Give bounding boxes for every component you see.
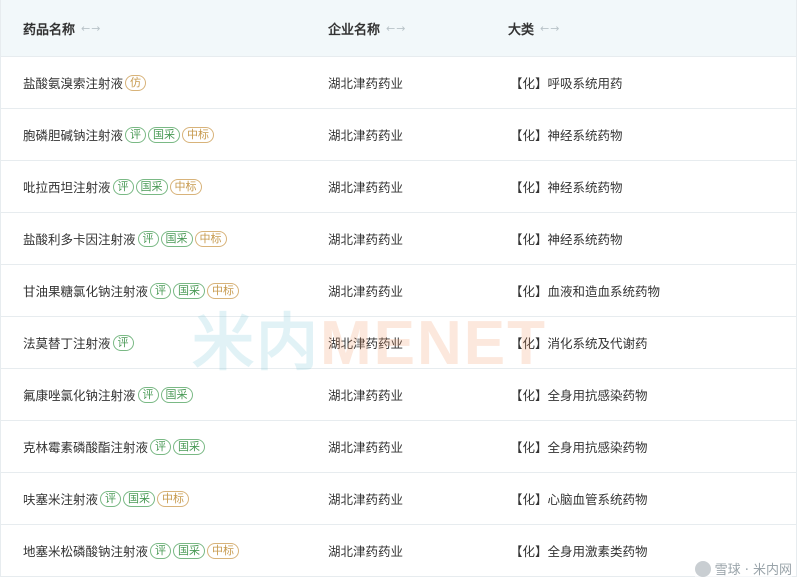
category-cell: 【化】血液和造血系统药物 xyxy=(510,284,661,299)
brand-text: 雪球 · 米内网 xyxy=(714,563,792,578)
column-header-drug-name[interactable]: 药品名称 ←→ xyxy=(23,0,101,56)
drug-name[interactable]: 法莫替丁注射液 xyxy=(23,333,111,352)
category-cell: 【化】神经系统药物 xyxy=(510,232,623,247)
tag-badge-zhongbiao[interactable]: 中标 xyxy=(157,490,190,507)
tag-badge-guocai[interactable]: 国采 xyxy=(135,178,168,195)
table-row[interactable]: 地塞米松磷酸钠注射液评国采 中标 湖北津药药业 【化】全身用激素类药物 xyxy=(1,525,796,577)
table-row[interactable]: 盐酸氨溴索注射液仿 湖北津药药业 【化】呼吸系统用药 xyxy=(1,57,796,109)
drug-name[interactable]: 甘油果糖氯化钠注射液 xyxy=(23,281,148,300)
drug-name-cell: 盐酸氨溴索注射液仿 xyxy=(23,57,147,108)
drug-name[interactable]: 地塞米松磷酸钠注射液 xyxy=(23,541,148,560)
table-row[interactable]: 胞磷胆碱钠注射液评国采 中标 湖北津药药业 【化】神经系统药物 xyxy=(1,109,796,161)
tag-badge-fang[interactable]: 仿 xyxy=(125,74,147,91)
drug-name-cell: 克林霉素磷酸酯注射液评国采 xyxy=(23,421,206,472)
column-header-label: 药品名称 xyxy=(23,22,76,38)
table-row[interactable]: 甘油果糖氯化钠注射液评国采 中标 湖北津药药业 【化】血液和造血系统药物 xyxy=(1,265,796,317)
tag-badge-ping[interactable]: 评 xyxy=(137,386,159,403)
table-row[interactable]: 法莫替丁注射液评 湖北津药药业 【化】消化系统及代谢药 xyxy=(1,317,796,369)
tag-badge-zhongbiao[interactable]: 中标 xyxy=(207,282,240,299)
category-cell: 【化】神经系统药物 xyxy=(510,128,623,143)
drug-name[interactable]: 呋塞米注射液 xyxy=(23,489,98,508)
tag-badge-guocai[interactable]: 国采 xyxy=(123,490,156,507)
tag-badge-ping[interactable]: 评 xyxy=(112,334,134,351)
tag-badge-ping[interactable]: 评 xyxy=(150,542,172,559)
company-cell: 湖北津药药业 xyxy=(328,284,404,299)
tag-badge-ping[interactable]: 评 xyxy=(125,126,147,143)
column-header-label: 大类 xyxy=(508,22,535,38)
category-cell: 【化】全身用抗感染药物 xyxy=(510,388,648,403)
category-cell: 【化】全身用抗感染药物 xyxy=(510,440,648,455)
company-cell: 湖北津药药业 xyxy=(328,388,404,403)
table-body: 盐酸氨溴索注射液仿湖北津药药业 【化】呼吸系统用药 胞磷胆碱钠注射液评国采 中标 湖北津… xyxy=(1,57,796,577)
drug-name-cell: 胞磷胆碱钠注射液评国采 中标 xyxy=(23,109,215,160)
category-cell: 【化】呼吸系统用药 xyxy=(510,76,623,91)
drug-name-cell: 地塞米松磷酸钠注射液评国采 中标 xyxy=(23,525,240,576)
tag-badge-guocai[interactable]: 国采 xyxy=(173,438,206,455)
tag-badge-guocai[interactable]: 国采 xyxy=(148,126,181,143)
table-row[interactable]: 氟康唑氯化钠注射液评国采 湖北津药药业 【化】全身用抗感染药物 xyxy=(1,369,796,421)
company-cell: 湖北津药药业 xyxy=(328,128,404,143)
tag-badge-ping[interactable]: 评 xyxy=(100,490,122,507)
sort-arrows-icon[interactable]: ←→ xyxy=(81,22,101,35)
company-cell: 湖北津药药业 xyxy=(328,180,404,195)
tag-badge-zhongbiao[interactable]: 中标 xyxy=(169,178,202,195)
drug-name[interactable]: 克林霉素磷酸酯注射液 xyxy=(23,437,148,456)
category-cell: 【化】全身用激素类药物 xyxy=(510,544,648,559)
column-header-label: 企业名称 xyxy=(328,22,381,38)
brand-watermark: 雪球 · 米内网 xyxy=(694,559,792,578)
company-cell: 湖北津药药业 xyxy=(328,76,404,91)
drug-name-cell: 法莫替丁注射液评 xyxy=(23,317,134,368)
tag-badge-guocai[interactable]: 国采 xyxy=(160,230,193,247)
tag-badge-guocai[interactable]: 国采 xyxy=(173,542,206,559)
category-cell: 【化】神经系统药物 xyxy=(510,180,623,195)
drug-name-cell: 甘油果糖氯化钠注射液评国采 中标 xyxy=(23,265,240,316)
table-row[interactable]: 克林霉素磷酸酯注射液评国采 湖北津药药业 【化】全身用抗感染药物 xyxy=(1,421,796,473)
tag-badge-ping[interactable]: 评 xyxy=(112,178,134,195)
table-header: 药品名称 ←→ 企业名称 ←→ 大类 ←→ xyxy=(1,0,796,57)
drug-name[interactable]: 吡拉西坦注射液 xyxy=(23,177,111,196)
drug-name[interactable]: 盐酸氨溴索注射液 xyxy=(23,73,123,92)
drug-name-cell: 氟康唑氯化钠注射液评国采 xyxy=(23,369,193,420)
table-row[interactable]: 呋塞米注射液评国采 中标 湖北津药药业 【化】心脑血管系统药物 xyxy=(1,473,796,525)
column-header-company[interactable]: 企业名称 ←→ xyxy=(328,0,406,56)
tag-badge-guocai[interactable]: 国采 xyxy=(173,282,206,299)
drug-name-cell: 吡拉西坦注射液评国采 中标 xyxy=(23,161,202,212)
category-cell: 【化】消化系统及代谢药 xyxy=(510,336,648,351)
drug-name-cell: 呋塞米注射液评国采 中标 xyxy=(23,473,190,524)
company-cell: 湖北津药药业 xyxy=(328,544,404,559)
company-cell: 湖北津药药业 xyxy=(328,232,404,247)
drug-name-cell: 盐酸利多卡因注射液评国采 中标 xyxy=(23,213,227,264)
tag-badge-guocai[interactable]: 国采 xyxy=(160,386,193,403)
tag-badge-zhongbiao[interactable]: 中标 xyxy=(207,542,240,559)
drug-name[interactable]: 盐酸利多卡因注射液 xyxy=(23,229,136,248)
table-row[interactable]: 盐酸利多卡因注射液评国采 中标 湖北津药药业 【化】神经系统药物 xyxy=(1,213,796,265)
sort-arrows-icon[interactable]: ←→ xyxy=(540,22,560,35)
drug-table: 药品名称 ←→ 企业名称 ←→ 大类 ←→ 盐酸氨溴索注射液仿湖北津药药业 【化】… xyxy=(0,0,797,577)
tag-badge-zhongbiao[interactable]: 中标 xyxy=(182,126,215,143)
company-cell: 湖北津药药业 xyxy=(328,492,404,507)
table-row[interactable]: 吡拉西坦注射液评国采 中标 湖北津药药业 【化】神经系统药物 xyxy=(1,161,796,213)
tag-badge-ping[interactable]: 评 xyxy=(150,438,172,455)
company-cell: 湖北津药药业 xyxy=(328,336,404,351)
snowball-logo-icon xyxy=(694,560,711,577)
category-cell: 【化】心脑血管系统药物 xyxy=(510,492,648,507)
tag-badge-ping[interactable]: 评 xyxy=(137,230,159,247)
drug-name[interactable]: 氟康唑氯化钠注射液 xyxy=(23,385,136,404)
sort-arrows-icon[interactable]: ←→ xyxy=(386,22,406,35)
column-header-category[interactable]: 大类 ←→ xyxy=(508,0,560,56)
tag-badge-zhongbiao[interactable]: 中标 xyxy=(194,230,227,247)
drug-name[interactable]: 胞磷胆碱钠注射液 xyxy=(23,125,123,144)
company-cell: 湖北津药药业 xyxy=(328,440,404,455)
tag-badge-ping[interactable]: 评 xyxy=(150,282,172,299)
